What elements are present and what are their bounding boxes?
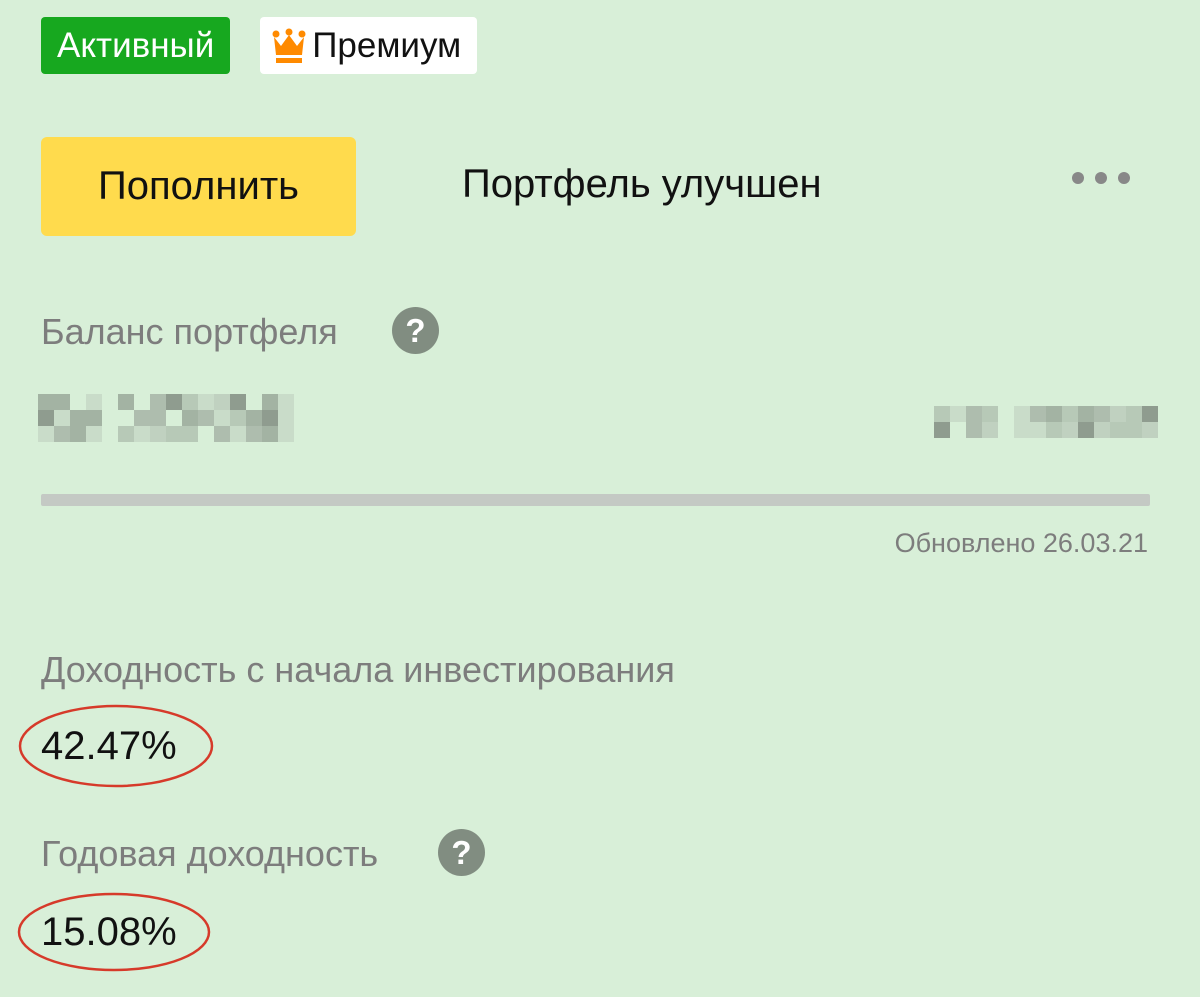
- crown-icon: [272, 28, 306, 63]
- annual-return: 15.08%: [17, 892, 211, 972]
- balance-amount-redacted: [38, 394, 294, 442]
- badge-row: Активный Премиум: [41, 17, 478, 74]
- premium-badge: Премиум: [260, 17, 478, 74]
- balance-progress-bar: [41, 494, 1150, 506]
- balance-change-redacted: [934, 406, 1158, 438]
- updated-timestamp: Обновлено 26.03.21: [894, 528, 1148, 558]
- annual-return-help-icon[interactable]: ?: [438, 829, 485, 876]
- status-badge: Активный: [41, 17, 231, 74]
- annual-return-value: 15.08%: [41, 910, 177, 954]
- annual-return-label: Годовая доходность: [41, 833, 379, 874]
- topup-button[interactable]: Пополнить: [41, 137, 356, 236]
- premium-badge-label: Премиум: [312, 26, 462, 65]
- total-return-label: Доходность с начала инвестирования: [41, 649, 675, 690]
- total-return: 42.47%: [18, 704, 214, 788]
- total-return-value: 42.47%: [41, 724, 177, 768]
- balance-help-icon[interactable]: ?: [392, 307, 439, 354]
- balance-label: Баланс портфеля: [41, 311, 338, 352]
- portfolio-status-text: Портфель улучшен: [462, 162, 822, 206]
- more-dots-icon[interactable]: [1072, 172, 1130, 184]
